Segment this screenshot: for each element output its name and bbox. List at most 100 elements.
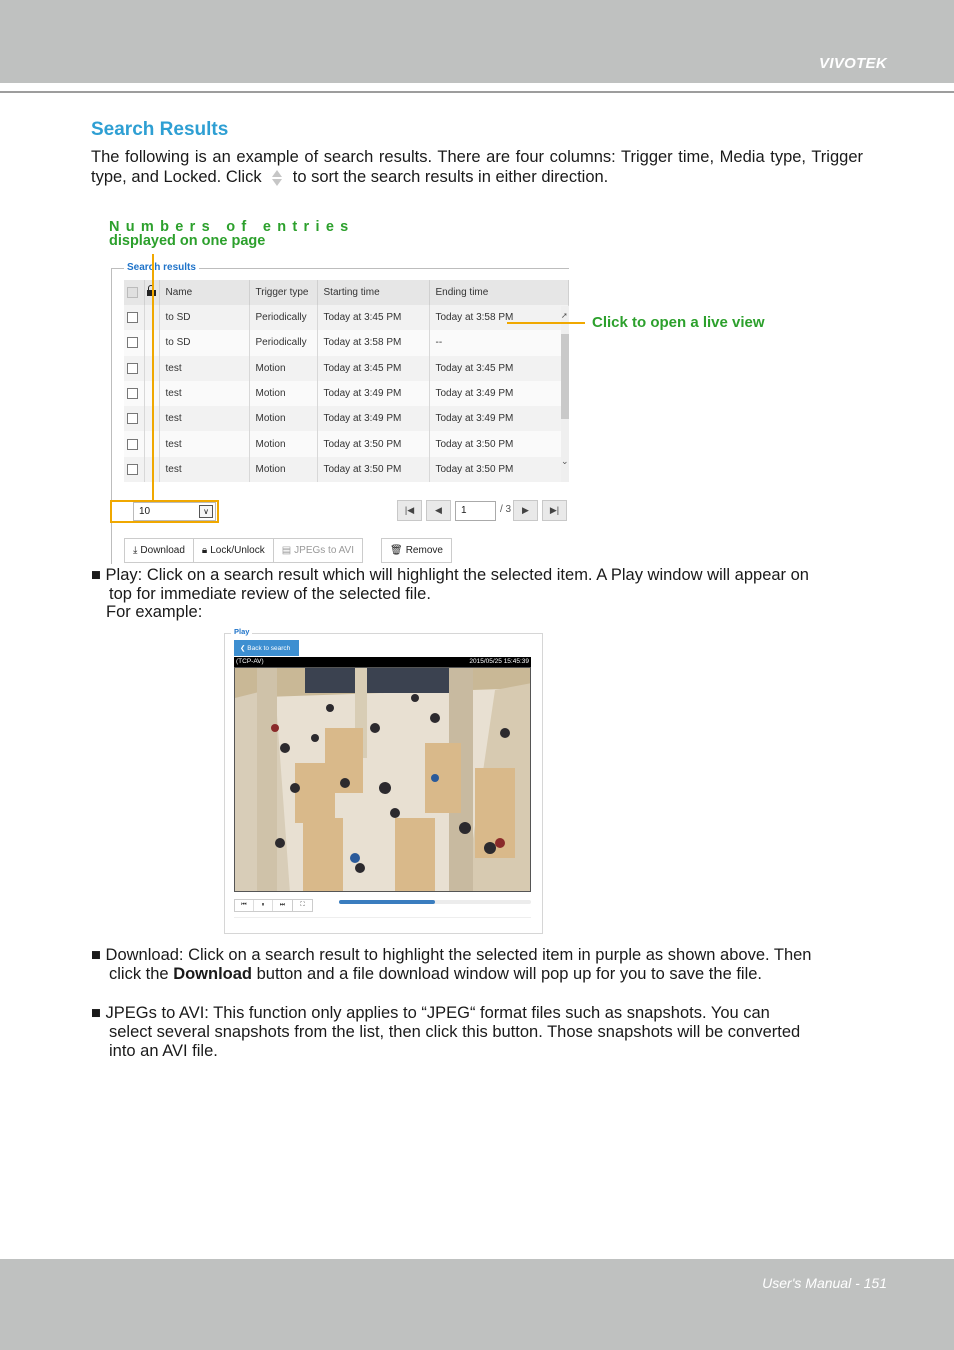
lock-unlock-button[interactable]: 🔒︎ Lock/Unlock bbox=[194, 539, 274, 562]
row-starting-time: Today at 3:50 PM bbox=[317, 456, 430, 483]
select-all-checkbox[interactable] bbox=[127, 286, 138, 298]
page-number-label: User's Manual - 151 bbox=[762, 1275, 887, 1291]
row-trigger-type: Motion bbox=[249, 431, 318, 457]
last-page-button[interactable]: ▶| bbox=[542, 500, 567, 521]
results-table: Name Trigger type Starting time Ending t… bbox=[124, 280, 569, 483]
fullscreen-control: ⛶ bbox=[292, 899, 313, 912]
bullet-download-line2: click the Download button and a file dow… bbox=[91, 965, 863, 984]
sort-arrows-icon bbox=[270, 167, 284, 187]
bullet-play-line1: ■ Play: Click on a search result which w… bbox=[91, 566, 809, 584]
row-select-cell[interactable] bbox=[124, 355, 145, 381]
annotation-leader-horizontal bbox=[507, 322, 585, 324]
row-select-cell[interactable] bbox=[124, 305, 145, 331]
row-name: test bbox=[159, 431, 250, 457]
bullet-jpegs-line1: ■ JPEGs to AVI: This function only appli… bbox=[91, 1004, 770, 1022]
bullet-play: ■ Play: Click on a search result which w… bbox=[91, 566, 863, 604]
play-panel-divider bbox=[234, 917, 531, 918]
footer-band bbox=[0, 1259, 954, 1350]
download-line2-bold: Download bbox=[173, 965, 253, 983]
row-starting-time: Today at 3:49 PM bbox=[317, 380, 430, 407]
row-select-cell[interactable] bbox=[124, 406, 145, 432]
table-row[interactable]: test Motion Today at 3:50 PM Today at 3:50 … bbox=[124, 456, 569, 483]
video-info-bar: (TCP-AV) 2015/05/25 15:45:39 bbox=[234, 657, 531, 667]
playback-progress-bar[interactable] bbox=[339, 900, 531, 904]
download-button[interactable]: ⤓ Download bbox=[125, 539, 194, 562]
table-row[interactable]: test Motion Today at 3:45 PM Today at 3:45 … bbox=[124, 355, 569, 381]
next-page-button[interactable]: ▶ bbox=[513, 500, 538, 521]
table-row[interactable]: test Motion Today at 3:49 PM Today at 3:49 … bbox=[124, 406, 569, 432]
row-starting-time: Today at 3:45 PM bbox=[317, 355, 430, 381]
download-label: Download bbox=[140, 545, 185, 556]
film-icon: ▤ bbox=[281, 545, 292, 556]
row-ending-time: Today at 3:50 PM bbox=[429, 431, 569, 457]
video-frame[interactable] bbox=[234, 667, 531, 892]
table-row[interactable]: test Motion Today at 3:50 PM Today at 3:50 … bbox=[124, 431, 569, 457]
bullet-jpegs-line2: select several snapshots from the list, … bbox=[109, 1023, 801, 1041]
table-scrollbar-thumb[interactable] bbox=[561, 334, 569, 419]
row-select-cell[interactable] bbox=[124, 330, 145, 356]
row-ending-time: Today at 3:58 PM bbox=[429, 305, 569, 331]
page-number-input[interactable]: 1 bbox=[455, 501, 496, 521]
bullet-play-line2: top for immediate review of the selected… bbox=[109, 585, 431, 603]
column-header-trigger-type[interactable]: Trigger type bbox=[249, 280, 318, 305]
annotation-line-1: Numbers of entries bbox=[109, 219, 355, 235]
row-starting-time: Today at 3:45 PM bbox=[317, 305, 430, 331]
row-ending-time: Today at 3:49 PM bbox=[429, 406, 569, 432]
video-timestamp: 2015/05/25 15:45:39 bbox=[469, 658, 529, 665]
row-trigger-type: Motion bbox=[249, 406, 318, 432]
playback-controls: ⏮ ⏸ ⏭ bbox=[234, 899, 293, 912]
row-checkbox[interactable] bbox=[127, 463, 138, 475]
prev-page-button[interactable]: ◀ bbox=[426, 500, 451, 521]
row-checkbox[interactable] bbox=[127, 312, 138, 324]
row-checkbox[interactable] bbox=[127, 362, 138, 374]
column-header-name[interactable]: Name bbox=[159, 280, 250, 305]
jpegs-to-avi-button[interactable]: ▤ JPEGs to AVI bbox=[274, 539, 362, 562]
fullscreen-icon[interactable]: ⛶ bbox=[293, 900, 312, 911]
row-name: to SD bbox=[159, 305, 250, 331]
column-header-starting-time[interactable]: Starting time bbox=[317, 280, 430, 305]
previous-icon[interactable]: ⏮ bbox=[235, 900, 254, 911]
table-row[interactable]: to SD Periodically Today at 3:45 PM Today a… bbox=[124, 305, 569, 331]
store-scene-image bbox=[235, 668, 530, 891]
annotation-highlight-box bbox=[110, 500, 219, 523]
first-page-button[interactable]: |◀ bbox=[397, 500, 422, 521]
intro-text-after: to sort the search results in either dir… bbox=[292, 168, 609, 186]
last-page-icon: ▶| bbox=[549, 505, 560, 515]
brand-logo: VIVOTEK bbox=[819, 55, 887, 72]
pause-icon[interactable]: ⏸ bbox=[254, 900, 273, 911]
table-header-row: Name Trigger type Starting time Ending t… bbox=[124, 280, 569, 305]
row-name: test bbox=[159, 380, 250, 407]
remove-button[interactable]: 🗑︎ Remove bbox=[382, 539, 451, 562]
table-row[interactable]: test Motion Today at 3:49 PM Today at 3:49 … bbox=[124, 380, 569, 407]
column-header-ending-time[interactable]: Ending time bbox=[429, 280, 569, 305]
bullet-jpegs-line3: into an AVI file. bbox=[109, 1042, 218, 1060]
row-trigger-type: Periodically bbox=[249, 330, 318, 356]
back-to-search-button[interactable]: ❮ Back to search bbox=[234, 640, 299, 656]
row-name: test bbox=[159, 406, 250, 432]
row-ending-time: Today at 3:49 PM bbox=[429, 380, 569, 407]
lock-icon: 🔒︎ bbox=[201, 545, 208, 556]
scroll-up-icon[interactable]: ➚ bbox=[561, 311, 568, 320]
row-select-cell[interactable] bbox=[124, 456, 145, 483]
row-checkbox[interactable] bbox=[127, 413, 138, 425]
row-checkbox[interactable] bbox=[127, 387, 138, 399]
download-line2-pre: click the bbox=[109, 965, 174, 983]
row-checkbox[interactable] bbox=[127, 337, 138, 349]
next-icon[interactable]: ⏭ bbox=[273, 900, 292, 911]
row-select-cell[interactable] bbox=[124, 380, 145, 407]
action-button-group: ⤓ Download 🔒︎ Lock/Unlock ▤ JPEGs to AVI bbox=[124, 538, 363, 563]
bullet-download: ■ Download: Click on a search result to … bbox=[91, 946, 863, 984]
table-row[interactable]: to SD Periodically Today at 3:58 PM -- bbox=[124, 330, 569, 356]
prev-page-icon: ◀ bbox=[435, 505, 442, 515]
remove-label: Remove bbox=[405, 545, 443, 556]
bullet-jpegs-to-avi: ■ JPEGs to AVI: This function only appli… bbox=[91, 1004, 863, 1061]
annotation-entries-per-page: Numbers of entries displayed on one page bbox=[109, 219, 355, 249]
select-all-header[interactable] bbox=[124, 280, 145, 305]
row-select-cell[interactable] bbox=[124, 431, 145, 457]
search-results-legend: Search results bbox=[124, 262, 199, 273]
stream-label: (TCP-AV) bbox=[236, 658, 264, 665]
download-line2-post: button and a file download window will p… bbox=[252, 965, 763, 983]
scroll-down-icon[interactable]: ⌄ bbox=[561, 456, 569, 467]
row-checkbox[interactable] bbox=[127, 438, 138, 450]
annotation-live-view: Click to open a live view bbox=[592, 314, 765, 331]
